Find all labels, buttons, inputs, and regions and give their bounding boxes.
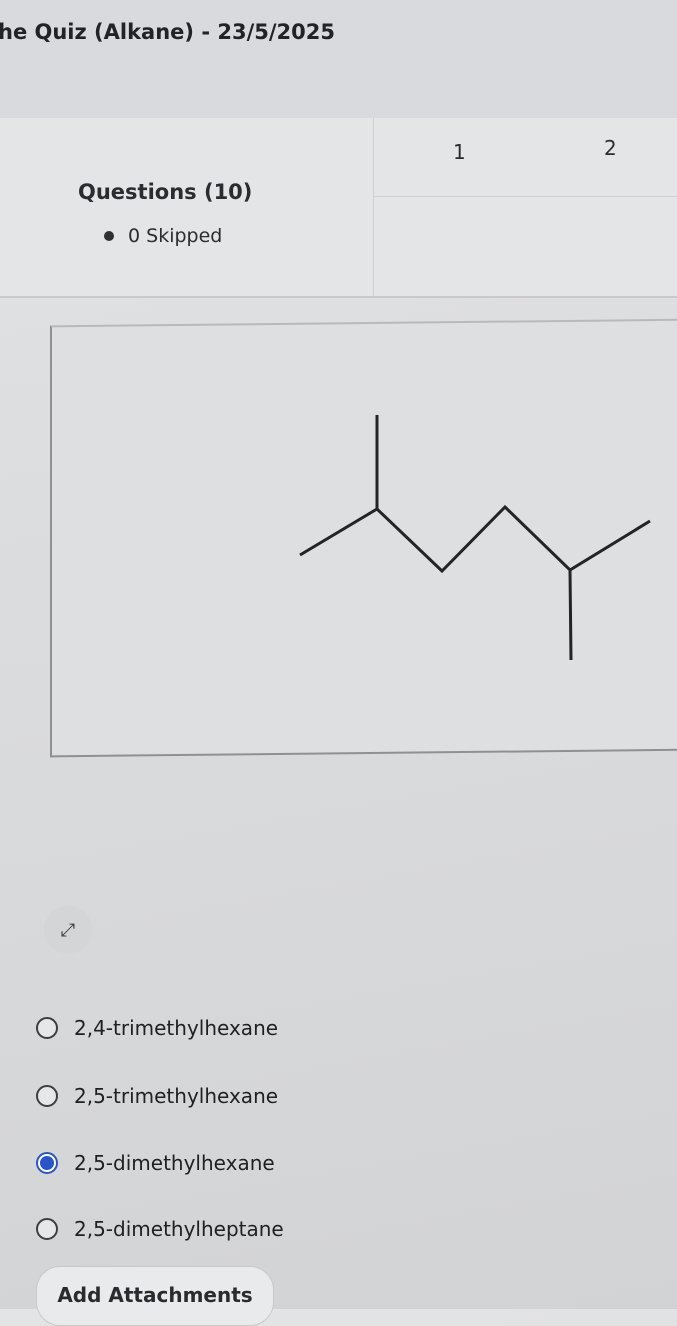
answer-option-label: 2,5-dimethylheptane [74,1217,284,1241]
header-bar: he Quiz (Alkane) - 23/5/2025 [0,0,677,118]
expand-image-button[interactable]: ⤢ [44,906,92,954]
radio-button[interactable] [36,1085,58,1107]
methyl-branch-bond [568,569,573,661]
radio-button-selected[interactable] [36,1152,58,1174]
skipped-status: 0 Skipped [104,225,222,247]
questions-count-heading: Questions (10) [78,180,253,204]
skeletal-structure-image [299,415,651,661]
answer-option-label: 2,4-trimethylhexane [74,1016,279,1040]
skipped-label: 0 Skipped [128,225,223,247]
expand-arrows-icon: ⤢ [60,919,76,941]
question-nav-item-1[interactable]: 1 [453,140,466,164]
answer-option-3[interactable]: 2,5-dimethylhexane [36,1151,275,1175]
radio-selected-indicator [40,1156,54,1170]
quiz-title: he Quiz (Alkane) - 23/5/2025 [0,20,335,44]
answer-option-1[interactable]: 2,4-trimethylhexane [36,1016,278,1040]
status-dot-icon [104,231,114,241]
answer-option-2[interactable]: 2,5-trimethylhexane [36,1084,278,1108]
answer-option-label: 2,5-trimethylhexane [74,1084,279,1108]
answer-option-4[interactable]: 2,5-dimethylheptane [36,1217,284,1241]
question-summary-panel [0,118,677,298]
radio-button[interactable] [36,1017,58,1039]
question-nav-divider [374,196,677,197]
panel-divider [373,118,374,296]
add-attachments-button[interactable]: Add Attachments [36,1266,274,1326]
carbon-chain-bond [299,504,651,574]
answer-option-label: 2,5-dimethylhexane [74,1151,275,1175]
radio-button[interactable] [36,1218,58,1240]
question-nav-item-2[interactable]: 2 [604,136,617,160]
